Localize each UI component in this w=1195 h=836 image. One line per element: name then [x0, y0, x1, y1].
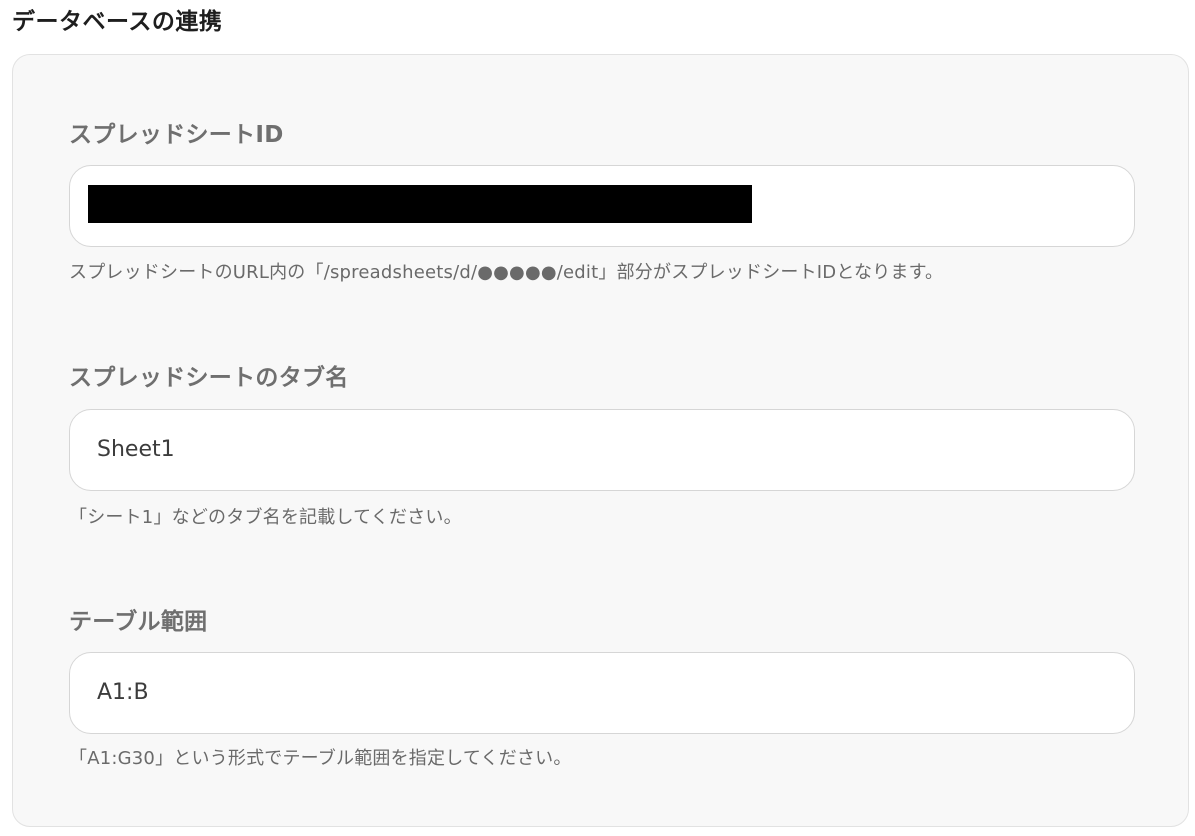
spreadsheet-id-hint: スプレッドシートのURL内の「/spreadsheets/d/●●●●●/edi…: [69, 262, 944, 283]
section-title: データベースの連携: [12, 9, 223, 35]
table-range-label: テーブル範囲: [69, 609, 208, 635]
spreadsheet-id-input[interactable]: [69, 165, 1135, 247]
table-range-input[interactable]: A1:B: [69, 652, 1135, 734]
table-range-value: A1:B: [97, 680, 149, 705]
redaction-box: [88, 185, 752, 223]
sheet-tab-name-input[interactable]: Sheet1: [69, 409, 1135, 491]
database-settings-panel: スプレッドシートID スプレッドシートのURL内の「/spreadsheets/…: [12, 54, 1189, 827]
page: データベースの連携 スプレッドシートID スプレッドシートのURL内の「/spr…: [0, 0, 1195, 836]
spreadsheet-id-label: スプレッドシートID: [69, 122, 284, 148]
sheet-tab-name-label: スプレッドシートのタブ名: [69, 365, 349, 391]
sheet-tab-name-value: Sheet1: [97, 437, 175, 462]
table-range-hint: 「A1:G30」という形式でテーブル範囲を指定してください。: [69, 748, 572, 769]
sheet-tab-name-hint: 「シート1」などのタブ名を記載してください。: [69, 507, 462, 528]
